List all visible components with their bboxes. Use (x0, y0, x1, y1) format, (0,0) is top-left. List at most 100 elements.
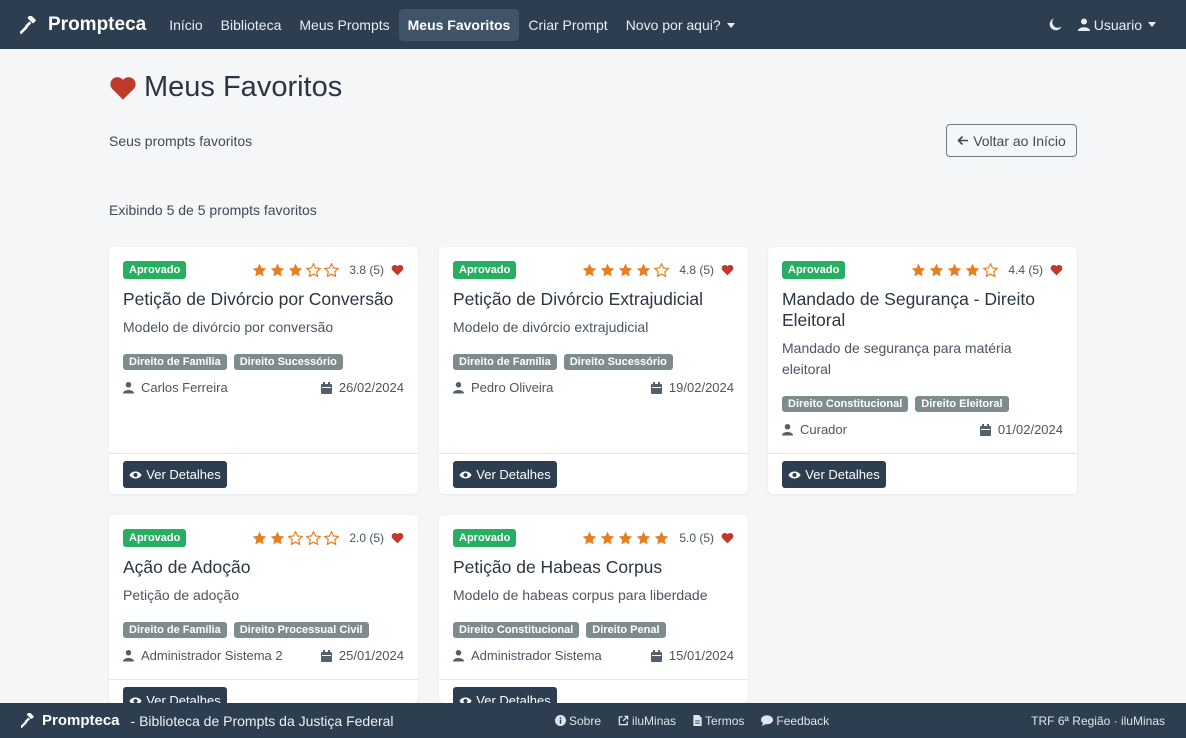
view-details-label: Ver Detalhes (805, 467, 880, 482)
star-filled-icon (619, 531, 633, 545)
star-filled-icon (601, 531, 615, 545)
star-empty-icon (324, 263, 340, 277)
card-description: Mandado de segurança para matéria eleito… (782, 340, 1012, 377)
rating-text: 2.0 (5) (349, 531, 384, 545)
theme-toggle-moon-icon[interactable] (1049, 18, 1062, 31)
gavel-icon (20, 15, 36, 34)
rating-text: 5.0 (5) (679, 531, 714, 545)
document-icon (693, 715, 702, 726)
view-details-button[interactable]: Ver Detalhes (453, 461, 557, 488)
nav-novo-label: Novo por aqui? (625, 16, 721, 33)
favorite-heart-icon[interactable] (721, 532, 734, 544)
card-title[interactable]: Petição de Divórcio por Conversão (123, 289, 404, 310)
footer-brand-name: Prompteca (42, 712, 120, 729)
prompt-card: Aprovado 5.0 (5) Petição de Habeas Corpu… (439, 515, 748, 703)
category-tag: Direito Penal (586, 622, 666, 638)
user-icon (782, 424, 793, 436)
category-tag: Direito Sucessório (233, 354, 343, 370)
status-badge: Aprovado (123, 529, 187, 547)
nav-meus-favoritos[interactable]: Meus Favoritos (398, 8, 520, 41)
calendar-icon (650, 381, 662, 394)
category-tag: Direito Processual Civil (233, 622, 369, 638)
star-filled-icon (912, 263, 926, 277)
user-name: Usuario (1093, 16, 1142, 33)
rating-text: 3.8 (5) (349, 263, 384, 277)
nav-criar-prompt[interactable]: Criar Prompt (519, 9, 616, 41)
view-details-button[interactable]: Ver Detalhes (453, 687, 557, 703)
author-name: Pedro Oliveira (471, 380, 554, 395)
page-title-text: Meus Favoritos (144, 71, 343, 103)
view-details-label: Ver Detalhes (476, 693, 551, 703)
status-badge: Aprovado (123, 261, 187, 279)
card-title[interactable]: Petição de Habeas Corpus (453, 557, 734, 578)
star-rating (252, 531, 342, 545)
star-empty-icon (288, 531, 304, 545)
star-empty-icon (654, 263, 670, 277)
brand-name: Prompteca (48, 13, 147, 35)
footer-tagline: - Biblioteca de Prompts da Justiça Feder… (130, 712, 394, 729)
rating-text: 4.8 (5) (679, 263, 714, 277)
favorite-heart-icon[interactable] (391, 264, 404, 276)
favorite-heart-icon[interactable] (391, 532, 404, 544)
prompt-card: Aprovado 2.0 (5) Ação de Adoção Petição … (109, 515, 418, 703)
back-home-button[interactable]: Voltar ao Início (946, 124, 1077, 157)
prompt-card: Aprovado 4.4 (5) Mandado de Segurança - … (768, 247, 1077, 494)
star-filled-icon (601, 263, 615, 277)
nav-novo-dropdown[interactable]: Novo por aqui? (617, 9, 744, 41)
star-empty-icon (306, 531, 322, 545)
view-details-button[interactable]: Ver Detalhes (123, 461, 227, 488)
footer-link-label: Feedback (776, 713, 830, 728)
star-filled-icon (930, 263, 944, 277)
footer-link-termos[interactable]: Termos (693, 714, 744, 728)
star-rating (252, 263, 342, 277)
author-name: Administrador Sistema (471, 648, 602, 663)
user-menu[interactable]: Usuario (1077, 16, 1156, 33)
date-text: 19/02/2024 (668, 380, 734, 395)
view-details-button[interactable]: Ver Detalhes (123, 687, 227, 703)
date: 15/01/2024 (650, 648, 734, 663)
footer-link-sobre[interactable]: Sobre (555, 714, 601, 728)
card-title[interactable]: Mandado de Segurança - Direito Eleitoral (782, 289, 1063, 331)
nav-inicio[interactable]: Início (160, 9, 211, 41)
eye-icon (788, 471, 801, 478)
favorite-heart-icon[interactable] (1050, 264, 1063, 276)
footer-brand[interactable]: Prompteca (21, 712, 120, 729)
star-filled-icon (583, 531, 597, 545)
view-details-button[interactable]: Ver Detalhes (782, 461, 886, 488)
category-tag: Direito Eleitoral (915, 396, 1009, 412)
author: Pedro Oliveira (453, 380, 553, 395)
date-text: 26/02/2024 (338, 380, 404, 395)
results-count: Exibindo 5 de 5 prompts favoritos (109, 202, 317, 218)
user-icon (123, 650, 134, 662)
card-description: Modelo de divórcio por conversão (123, 319, 334, 335)
footer-link-label: iluMinas (632, 713, 677, 728)
view-details-label: Ver Detalhes (146, 693, 221, 703)
comment-icon (761, 715, 774, 726)
favorite-heart-icon[interactable] (721, 264, 734, 276)
card-title[interactable]: Petição de Divórcio Extrajudicial (453, 289, 734, 310)
footer-link-label: Sobre (569, 713, 602, 728)
rating: 4.4 (5) (911, 263, 1063, 277)
footer-link-ilumnas[interactable]: iluMinas (618, 714, 676, 728)
chevron-down-icon (726, 23, 735, 29)
star-filled-icon (289, 263, 303, 277)
brand-link[interactable]: Prompteca (20, 14, 146, 36)
star-filled-icon (271, 531, 285, 545)
status-badge: Aprovado (782, 261, 846, 279)
date-text: 15/01/2024 (668, 648, 734, 663)
calendar-icon (979, 423, 991, 436)
star-filled-icon (253, 531, 267, 545)
footer-link-label: Termos (705, 713, 745, 728)
star-empty-icon (306, 263, 322, 277)
nav-meus-prompts[interactable]: Meus Prompts (290, 9, 398, 41)
nav-biblioteca[interactable]: Biblioteca (212, 9, 291, 41)
star-filled-icon (583, 263, 597, 277)
footer-link-feedback[interactable]: Feedback (761, 714, 829, 728)
star-filled-icon (948, 263, 962, 277)
category-tag: Direito Sucessório (563, 354, 673, 370)
star-filled-icon (253, 263, 267, 277)
star-filled-icon (637, 263, 651, 277)
view-details-label: Ver Detalhes (146, 467, 221, 482)
card-title[interactable]: Ação de Adoção (123, 557, 404, 578)
external-link-icon (618, 715, 629, 726)
